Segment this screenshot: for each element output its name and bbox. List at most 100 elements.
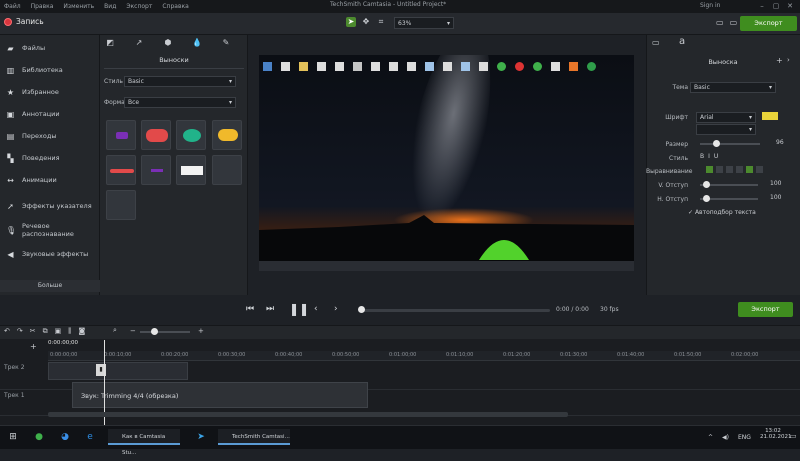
text-properties-icon[interactable]: a xyxy=(679,36,685,47)
crop-tool-icon[interactable]: ⌗ xyxy=(376,17,386,27)
sidebar-item-favorites[interactable]: ★ Избранное xyxy=(0,81,100,103)
style-select[interactable]: Basic ▾ xyxy=(124,76,236,87)
add-icon[interactable]: + xyxy=(776,56,783,65)
add-track-icon[interactable]: + xyxy=(30,342,37,351)
taskbar-app-camtasia[interactable]: TechSmith Camtasi... xyxy=(218,429,290,445)
window-icon[interactable]: ▭ xyxy=(730,18,738,27)
sidebar-item-animations[interactable]: ↔ Анимации xyxy=(0,169,100,191)
sketch-tab-icon[interactable]: ✎ xyxy=(220,38,232,48)
notification-icon[interactable]: ▭ xyxy=(790,432,797,440)
step-forward-icon[interactable]: ⏭ xyxy=(266,304,274,314)
redo-icon[interactable]: ↷ xyxy=(17,327,23,336)
align-center-icon[interactable] xyxy=(716,166,723,173)
paste-icon[interactable]: ▣ xyxy=(55,327,62,336)
callout-thumb-text[interactable] xyxy=(106,190,136,220)
v-padding-knob[interactable] xyxy=(703,181,710,188)
sidebar-item-library[interactable]: ▥ Библиотека xyxy=(0,59,100,81)
split-icon[interactable]: ⫼ xyxy=(68,327,71,336)
prev-frame-icon[interactable]: ‹ xyxy=(314,304,318,314)
share-button[interactable]: Экспорт xyxy=(740,16,797,31)
menu-file[interactable]: Файл xyxy=(4,3,21,10)
step-back-icon[interactable]: ⏮ xyxy=(246,304,254,314)
font-color-swatch[interactable] xyxy=(762,112,778,120)
playback-progress[interactable] xyxy=(360,309,550,312)
timeline-zoom-slider[interactable] xyxy=(140,331,190,333)
sidebar-item-audio-effects[interactable]: ◀ Звуковые эффекты xyxy=(0,243,100,265)
copy-icon[interactable]: ⧉ xyxy=(43,327,48,336)
timeline-scrollbar[interactable] xyxy=(48,412,568,417)
callout-thumb-white[interactable] xyxy=(176,155,206,185)
taskbar-app-browser[interactable]: Как в Camtasia Stu... xyxy=(108,429,180,456)
callout-tab-icon[interactable]: ◩ xyxy=(104,38,116,48)
snapshot-icon[interactable]: ◙ xyxy=(78,327,85,336)
minimize-icon[interactable]: – xyxy=(756,1,768,11)
theme-select[interactable]: Basic ▾ xyxy=(690,82,776,93)
autofit-checkbox[interactable]: ✓ Автоподбор текста xyxy=(688,209,756,216)
callout-thumb-empty[interactable] xyxy=(212,155,242,185)
callout-thumb-purple[interactable] xyxy=(106,120,136,150)
callout-thumb-teal[interactable] xyxy=(176,120,206,150)
size-value[interactable]: 96 xyxy=(776,139,784,146)
size-slider[interactable] xyxy=(700,143,760,145)
underline-icon[interactable]: U xyxy=(714,153,718,160)
pause-icon[interactable]: ❚❚ xyxy=(289,302,309,316)
sidebar-item-files[interactable]: ▰ Файлы xyxy=(0,37,100,59)
whatsapp-icon[interactable]: ● xyxy=(32,429,46,445)
menu-modify[interactable]: Изменить xyxy=(63,3,94,10)
start-icon[interactable]: ⊞ xyxy=(6,429,20,445)
tray-arrow-icon[interactable]: ^ xyxy=(708,434,713,441)
align-top-icon[interactable] xyxy=(736,166,743,173)
sidebar-item-cursor-effects[interactable]: ➚ Эффекты указателя xyxy=(0,195,100,217)
size-slider-knob[interactable] xyxy=(713,140,720,147)
blur-tab-icon[interactable]: 💧 xyxy=(191,38,203,48)
align-left-icon[interactable] xyxy=(706,166,713,173)
record-button[interactable]: Запись xyxy=(4,17,44,26)
callout-thumb-yellow-cloud[interactable] xyxy=(212,120,242,150)
bold-icon[interactable]: B xyxy=(700,153,704,160)
sidebar-item-behaviors[interactable]: ▚ Поведения xyxy=(0,147,100,169)
playback-knob[interactable] xyxy=(358,306,365,313)
align-right-icon[interactable] xyxy=(726,166,733,173)
ie-icon[interactable]: e xyxy=(83,429,97,445)
more-button[interactable]: Больше xyxy=(0,280,100,292)
preview-canvas[interactable] xyxy=(259,55,634,271)
align-middle-icon[interactable] xyxy=(746,166,753,173)
properties-icon[interactable]: ▭ xyxy=(652,38,660,47)
font-weight-select[interactable]: ▾ xyxy=(696,124,756,135)
callout-clip[interactable] xyxy=(48,362,188,380)
menu-export[interactable]: Экспорт xyxy=(126,3,152,10)
window-icon[interactable]: ▭ xyxy=(716,18,724,27)
zoom-select[interactable]: 63% ▾ xyxy=(394,17,454,29)
callout-thumb-red-bar[interactable] xyxy=(106,155,136,185)
sidebar-item-annotations[interactable]: ▣ Аннотации xyxy=(0,103,100,125)
sign-in-link[interactable]: Sign in xyxy=(700,2,720,9)
pan-tool-icon[interactable]: ✥ xyxy=(361,17,371,27)
align-bottom-icon[interactable] xyxy=(756,166,763,173)
volume-icon[interactable]: ◀) xyxy=(722,434,729,441)
type-select[interactable]: Все ▾ xyxy=(124,97,236,108)
menu-edit[interactable]: Правка xyxy=(31,3,54,10)
h-padding-value[interactable]: 100 xyxy=(770,194,781,201)
chevron-right-icon[interactable]: › xyxy=(787,56,790,64)
font-select[interactable]: Arial ▾ xyxy=(696,112,756,123)
sidebar-item-transitions[interactable]: ▤ Переходы xyxy=(0,125,100,147)
telegram-icon[interactable]: ➤ xyxy=(194,429,208,445)
italic-icon[interactable]: I xyxy=(708,153,710,160)
callout-thumb-red-cloud[interactable] xyxy=(141,120,171,150)
zoom-out-icon[interactable]: − xyxy=(130,327,136,335)
menu-view[interactable]: Вид xyxy=(104,3,116,10)
menu-help[interactable]: Справка xyxy=(162,3,188,10)
pointer-tool-icon[interactable]: ➤ xyxy=(346,17,356,27)
close-icon[interactable]: ✕ xyxy=(784,1,796,11)
callout-thumb-purple-bar[interactable] xyxy=(141,155,171,185)
maximize-icon[interactable]: ▢ xyxy=(770,1,782,11)
next-frame-icon[interactable]: › xyxy=(334,304,338,314)
arrow-tab-icon[interactable]: ↗ xyxy=(133,38,145,48)
sidebar-item-voice[interactable]: 🎙 Речевое распознавание xyxy=(0,219,100,241)
edge-icon[interactable]: ◕ xyxy=(58,429,72,445)
zoom-icon[interactable]: ⌕ xyxy=(113,326,117,335)
export-button[interactable]: Экспорт xyxy=(738,302,793,317)
timeline-zoom-knob[interactable] xyxy=(151,328,158,335)
language-indicator[interactable]: ENG xyxy=(738,434,751,441)
h-padding-knob[interactable] xyxy=(703,195,710,202)
